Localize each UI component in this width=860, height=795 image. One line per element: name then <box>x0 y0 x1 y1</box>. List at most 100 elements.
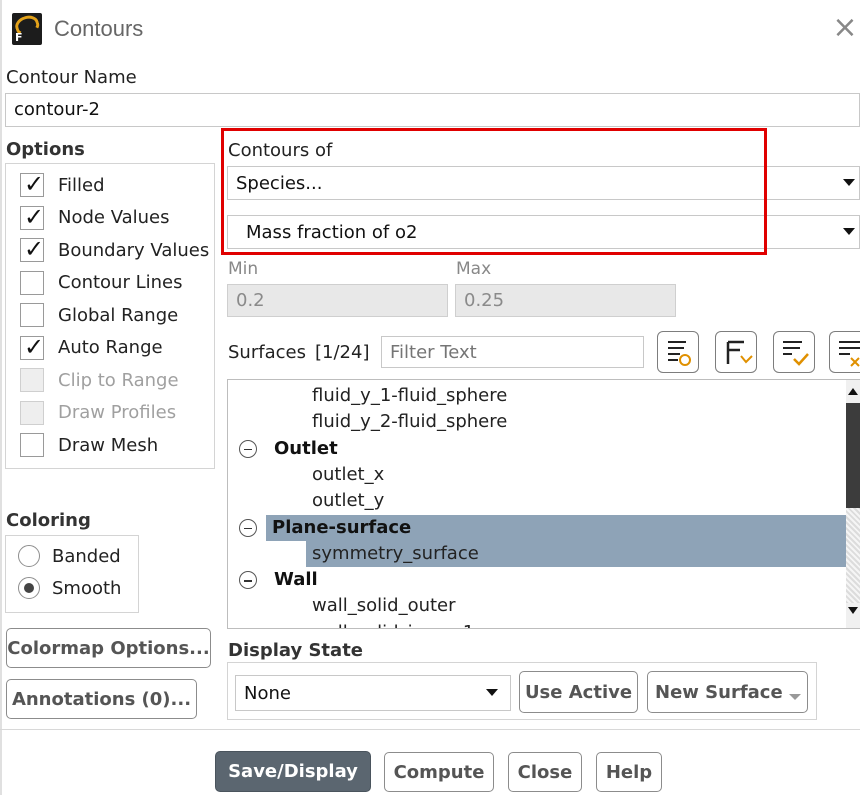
coloring-label: Coloring <box>6 510 91 531</box>
fluent-app-icon: F <box>12 12 42 45</box>
smooth-label: Smooth <box>52 577 122 599</box>
save-display-button[interactable]: Save/Display <box>215 751 371 792</box>
chevron-down-icon <box>843 228 855 235</box>
tree-group-label: Outlet <box>274 437 338 459</box>
min-label: Min <box>228 259 259 279</box>
tree-item-row[interactable]: fluid_y_1-fluid_sphere <box>228 383 848 409</box>
new-surface-label: New Surface <box>655 681 783 703</box>
tree-item-row[interactable]: wall_solid_inner_1 <box>228 620 848 628</box>
options-label: Options <box>6 139 85 160</box>
option-filled[interactable]: ✓ Filled <box>20 170 105 200</box>
tree-group-label: Wall <box>274 569 318 591</box>
option-contour-lines[interactable]: Contour Lines <box>20 268 182 298</box>
max-field: 0.25 <box>455 284 676 317</box>
contour-lines-label: Contour Lines <box>58 272 183 293</box>
draw-mesh-label: Draw Mesh <box>58 434 159 456</box>
new-surface-button[interactable]: New Surface <box>647 671 808 713</box>
clear-selection-icon[interactable] <box>829 331 860 373</box>
filled-checkbox[interactable]: ✓ <box>20 170 45 198</box>
coloring-group: Banded Smooth <box>5 535 139 613</box>
option-node-values[interactable]: ✓ Node Values <box>20 203 170 233</box>
collapse-icon[interactable] <box>239 518 257 537</box>
tree-item-label: symmetry_surface <box>312 542 479 564</box>
option-clip-to-range: Clip to Range <box>20 365 179 395</box>
use-active-button[interactable]: Use Active <box>519 671 638 713</box>
min-field: 0.2 <box>227 284 448 317</box>
banded-radio-button[interactable] <box>18 545 40 567</box>
contour-name-label: Contour Name <box>6 67 137 88</box>
footer-divider <box>0 729 860 730</box>
surfaces-label: Surfaces <box>228 342 306 363</box>
surfaces-filter-input[interactable] <box>381 336 644 368</box>
display-state-dropdown[interactable]: None <box>235 675 511 711</box>
tree-item-row[interactable]: wall_solid_outer <box>228 593 848 619</box>
checkmark-icon: ✓ <box>24 235 45 263</box>
close-button[interactable]: Close <box>508 752 582 792</box>
surfaces-count: [1/24] <box>315 342 370 363</box>
smooth-radio[interactable]: Smooth <box>18 573 121 603</box>
banded-label: Banded <box>52 545 121 567</box>
tree-item-row[interactable]: outlet_x <box>228 462 848 488</box>
help-button[interactable]: Help <box>596 752 662 792</box>
global-range-label: Global Range <box>58 304 179 326</box>
option-auto-range[interactable]: ✓ Auto Range <box>20 333 163 363</box>
banded-radio[interactable]: Banded <box>18 541 121 571</box>
clip-to-range-checkbox <box>20 368 44 392</box>
boundary-values-label: Boundary Values <box>58 239 210 261</box>
scroll-down-icon[interactable] <box>848 607 858 614</box>
tree-group-label: Plane-surface <box>272 516 412 538</box>
scroll-track[interactable] <box>846 508 860 603</box>
tree-item-label: outlet_y <box>312 490 385 512</box>
tree-item-label: wall_solid_outer <box>312 595 456 617</box>
node-values-checkbox[interactable]: ✓ <box>20 202 45 231</box>
smooth-radio-button[interactable] <box>18 577 40 599</box>
checkmark-icon: ✓ <box>24 332 45 361</box>
draw-profiles-checkbox <box>20 400 44 425</box>
tree-item-row[interactable]: outlet_y <box>228 488 848 514</box>
scroll-up-icon[interactable] <box>848 388 858 395</box>
tree-item-label: wall_solid_inner_1 <box>312 620 474 628</box>
window-border <box>0 0 2 795</box>
tree-item-label: fluid_y_2-fluid_sphere <box>312 411 508 433</box>
annotations-button[interactable]: Annotations (0)... <box>6 679 197 719</box>
option-draw-mesh[interactable]: Draw Mesh <box>20 430 158 460</box>
tree-item-row[interactable]: symmetry_surface <box>306 540 846 567</box>
chevron-down-icon <box>789 694 801 700</box>
contour-lines-checkbox[interactable] <box>20 270 44 295</box>
tree-item-row[interactable]: fluid_y_2-fluid_sphere <box>228 409 848 435</box>
contour-name-input[interactable]: contour-2 <box>5 93 860 127</box>
compute-button[interactable]: Compute <box>384 752 494 792</box>
window-title: Contours <box>54 16 144 41</box>
close-icon[interactable]: × <box>832 13 858 44</box>
max-label: Max <box>456 259 492 279</box>
option-global-range[interactable]: Global Range <box>20 300 178 330</box>
display-state-value: None <box>244 682 291 704</box>
node-values-label: Node Values <box>58 207 170 228</box>
tree-group-row[interactable]: Wall <box>228 567 848 593</box>
tree-item-label: fluid_y_1-fluid_sphere <box>312 385 508 406</box>
deselect-all-icon[interactable] <box>715 331 757 373</box>
checkmark-icon: ✓ <box>24 170 45 198</box>
tree-group-row[interactable]: Outlet <box>228 436 848 462</box>
tree-group-row[interactable]: Plane-surface <box>266 514 846 541</box>
auto-range-checkbox[interactable]: ✓ <box>20 332 45 361</box>
draw-mesh-checkbox[interactable] <box>20 433 44 457</box>
chevron-down-icon <box>486 689 498 696</box>
surfaces-list[interactable]: fluid_y_1-fluid_sphere fluid_y_2-fluid_sp… <box>227 379 860 629</box>
auto-range-label: Auto Range <box>58 337 163 358</box>
select-checked-icon[interactable] <box>773 331 815 373</box>
draw-profiles-label: Draw Profiles <box>58 402 177 423</box>
checkmark-icon: ✓ <box>24 202 45 231</box>
highlight-box <box>221 128 767 255</box>
tree-item-label: outlet_x <box>312 463 385 485</box>
filled-label: Filled <box>58 174 105 196</box>
select-all-icon[interactable] <box>657 331 699 373</box>
scroll-thumb[interactable] <box>846 403 860 508</box>
options-group: ✓ Filled ✓ Node Values ✓ Boundary Values Conto… <box>5 163 215 469</box>
colormap-options-button[interactable]: Colormap Options... <box>6 628 211 668</box>
display-state-label: Display State <box>228 640 363 661</box>
clip-to-range-label: Clip to Range <box>58 369 179 391</box>
global-range-checkbox[interactable] <box>20 303 44 327</box>
option-boundary-values[interactable]: ✓ Boundary Values <box>20 235 209 265</box>
boundary-values-checkbox[interactable]: ✓ <box>20 235 45 263</box>
